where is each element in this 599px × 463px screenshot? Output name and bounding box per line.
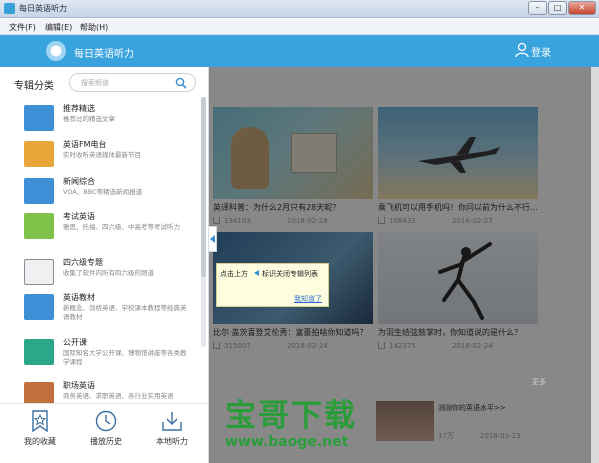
app-header: 每日英语听力 登录 — [0, 35, 599, 67]
category-desc: 实时收听英语媒体最新节目 — [63, 151, 141, 159]
sidebar-item-fm-radio[interactable]: 英语FM电台 实时收听英语媒体最新节目 — [18, 137, 198, 177]
cet-icon — [24, 259, 54, 285]
watermark-title: 宝哥下载 — [225, 398, 357, 434]
minimize-button[interactable]: – — [528, 1, 547, 15]
sidebar-item-exam[interactable]: 考试英语 雅思、托福、四六级、中高考等考试听力 — [18, 209, 198, 249]
window-title: 每日英语听力 — [19, 4, 67, 13]
tooltip-dismiss-link[interactable]: 我知道了 — [294, 294, 322, 304]
local-audio-label: 本地听力 — [156, 437, 188, 446]
menu-edit[interactable]: 编辑(E) — [45, 22, 72, 33]
clock-icon — [95, 410, 117, 432]
sidebar-item-textbook[interactable]: 英语教材 新概念、剑桥英语、学校课本教程等经典英语教材 — [18, 290, 198, 330]
exam-icon — [24, 213, 54, 239]
category-desc: 商务英语、求职英语、各行业实用英语 — [63, 392, 174, 400]
category-desc: 收集了软件内所有四六级的频道 — [63, 269, 154, 277]
category-title: 新闻综合 — [63, 177, 95, 186]
category-desc: 新概念、剑桥英语、学校课本教程等经典英语教材 — [63, 304, 187, 321]
favorites-label: 我的收藏 — [24, 437, 56, 446]
category-desc: 推荐过的精选文章 — [63, 115, 115, 123]
menu-bar: 文件(F) 编辑(E) 帮助(H) — [0, 19, 599, 35]
close-button[interactable]: ✕ — [568, 1, 596, 15]
sidebar-item-cet[interactable]: 四六级专题 收集了软件内所有四六级的频道 — [18, 255, 198, 295]
category-title: 推荐精选 — [63, 104, 95, 113]
category-desc: VOA、BBC等精选新闻报道 — [63, 188, 143, 196]
hint-tooltip: 点击上方 标识关闭专辑列表 我知道了 — [216, 263, 329, 307]
sidebar-footer: 我的收藏 播放历史 本地听力 — [0, 403, 208, 463]
title-bar: 每日英语听力 – □ ✕ — [0, 0, 599, 18]
watermark-url: www.baoge.net — [225, 434, 349, 450]
menu-file[interactable]: 文件(F) — [9, 22, 36, 33]
category-title: 考试英语 — [63, 212, 95, 221]
category-desc: 雅思、托福、四六级、中高考等考试听力 — [63, 223, 180, 231]
watermark: 宝哥下载 www.baoge.net — [225, 398, 375, 460]
app-icon — [4, 3, 15, 14]
sidebar-scroll-thumb[interactable] — [201, 97, 206, 277]
category-title: 英语教材 — [63, 293, 95, 302]
main-scrollbar[interactable] — [591, 67, 599, 463]
category-title: 职场英语 — [63, 381, 95, 390]
sidebar-item-news[interactable]: 新闻综合 VOA、BBC等精选新闻报道 — [18, 174, 198, 214]
sidebar-scrollbar[interactable] — [201, 97, 206, 347]
login-button[interactable]: 登录 — [531, 44, 551, 59]
radio-icon — [24, 141, 54, 167]
tooltip-text-before: 点击上方 — [220, 270, 248, 278]
maximize-button[interactable]: □ — [548, 1, 567, 15]
sidebar-heading: 专辑分类 — [14, 81, 54, 92]
featured-icon — [24, 105, 54, 131]
star-icon — [32, 410, 48, 432]
favorites-button[interactable]: 我的收藏 — [7, 410, 73, 460]
tooltip-text-after: 标识关闭专辑列表 — [262, 270, 318, 278]
history-button[interactable]: 播放历史 — [73, 410, 139, 460]
category-title: 英语FM电台 — [63, 140, 107, 149]
category-title: 四六级专题 — [63, 258, 103, 267]
app-name: 每日英语听力 — [74, 49, 134, 60]
news-icon — [24, 178, 54, 204]
app-logo — [46, 41, 66, 61]
chevron-left-icon — [210, 235, 215, 243]
collapse-sidebar-tab[interactable] — [209, 226, 217, 252]
search-icon[interactable] — [175, 77, 187, 89]
chevron-left-icon — [254, 270, 259, 276]
download-icon — [162, 412, 182, 431]
category-title: 公开课 — [63, 338, 87, 347]
user-icon[interactable] — [515, 42, 529, 58]
history-label: 播放历史 — [90, 437, 122, 446]
more-link[interactable]: 更多 — [532, 377, 546, 387]
local-audio-button[interactable]: 本地听力 — [139, 410, 205, 460]
sidebar-item-featured[interactable]: 推荐精选 推荐过的精选文章 — [18, 101, 198, 141]
graduation-cap-icon — [24, 339, 54, 365]
sidebar-item-open-course[interactable]: 公开课 国际知名大学公开课、博物馆讲座等各类教学课程 — [18, 335, 198, 375]
menu-help[interactable]: 帮助(H) — [80, 22, 108, 33]
category-sidebar: 专辑分类 搜索频道 推荐精选 推荐过的精选文章 英语FM电台 实时收听英语媒体最… — [0, 67, 209, 463]
category-desc: 国际知名大学公开课、博物馆讲座等各类教学课程 — [63, 349, 187, 366]
textbook-icon — [24, 294, 54, 320]
search-placeholder: 搜索频道 — [81, 79, 109, 87]
